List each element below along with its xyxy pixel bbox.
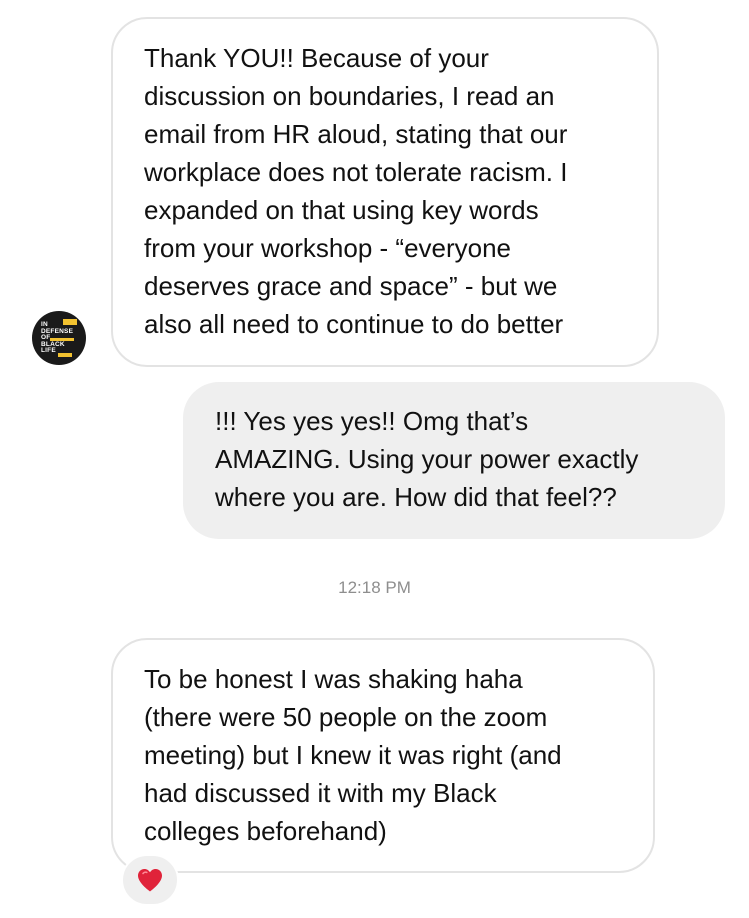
sender-avatar[interactable]: IN DEFENSE OF BLACK LIFE	[32, 311, 86, 365]
heart-reaction[interactable]	[121, 854, 179, 906]
received-message-bubble[interactable]: To be honest I was shaking haha (there w…	[111, 638, 655, 873]
received-message-bubble[interactable]: Thank YOU!! Because of your discussion o…	[111, 17, 659, 367]
message-timestamp: 12:18 PM	[338, 578, 411, 597]
red-heart-icon	[138, 869, 162, 892]
sent-message-bubble[interactable]: !!! Yes yes yes!! Omg that’s AMAZING. Us…	[183, 382, 725, 539]
avatar-logo-text: IN DEFENSE OF BLACK LIFE	[41, 321, 74, 354]
